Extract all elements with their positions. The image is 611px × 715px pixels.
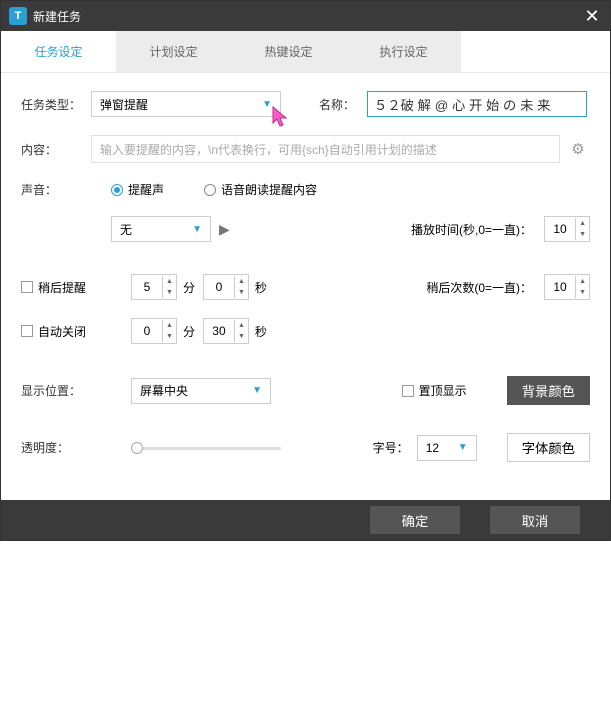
spin-down-icon[interactable]: ▼ (163, 331, 176, 342)
autoclose-sec-value: 30 (204, 324, 234, 338)
autoclose-sec-spin[interactable]: 30 ▲▼ (203, 318, 249, 344)
min-unit: 分 (183, 279, 195, 296)
opacity-label: 透明度： (21, 439, 91, 456)
font-size-label: 字号： (373, 439, 409, 456)
font-size-select[interactable]: 12 ▼ (417, 435, 477, 461)
window-title: 新建任务 (33, 8, 582, 25)
autoclose-min-spin[interactable]: 0 ▲▼ (131, 318, 177, 344)
spin-down-icon[interactable]: ▼ (576, 229, 589, 240)
play-time-value: 10 (545, 222, 575, 236)
topmost-checkbox[interactable]: 置顶显示 (402, 382, 467, 399)
spin-down-icon[interactable]: ▼ (163, 287, 176, 298)
min-unit2: 分 (183, 323, 195, 340)
slider-thumb-icon[interactable] (131, 442, 143, 454)
content-label: 内容： (21, 141, 91, 158)
later-count-label: 稍后次数(0=一直)： (426, 279, 532, 296)
spin-down-icon[interactable]: ▼ (235, 287, 248, 298)
sound-radio-tts[interactable]: 语音朗读提醒内容 (204, 181, 317, 198)
sound-radio-tts-label: 语音朗读提醒内容 (221, 181, 317, 198)
gear-icon[interactable]: ⚙ (566, 140, 590, 158)
auto-close-checkbox[interactable]: 自动关闭 (21, 323, 111, 340)
autoclose-min-value: 0 (132, 324, 162, 338)
spin-up-icon[interactable]: ▲ (576, 218, 589, 229)
spin-up-icon[interactable]: ▲ (163, 320, 176, 331)
task-type-select[interactable]: 弹窗提醒 ▼ (91, 91, 281, 117)
caret-down-icon: ▼ (184, 224, 210, 235)
later-count-spin[interactable]: 10 ▲▼ (544, 274, 590, 300)
spin-down-icon[interactable]: ▼ (235, 331, 248, 342)
later-sec-spin[interactable]: 0 ▲▼ (203, 274, 249, 300)
task-type-label: 任务类型： (21, 96, 91, 113)
name-label: 名称： (319, 96, 367, 113)
sound-radio-beep[interactable]: 提醒声 (111, 181, 164, 198)
later-min-value: 5 (132, 280, 162, 294)
close-icon[interactable]: ✕ (582, 6, 602, 27)
bg-color-button[interactable]: 背景颜色 (507, 376, 590, 405)
tab-schedule-settings[interactable]: 计划设定 (116, 31, 231, 72)
position-select[interactable]: 屏幕中央 ▼ (131, 378, 271, 404)
caret-down-icon: ▼ (450, 442, 476, 453)
sound-radio-beep-label: 提醒声 (128, 181, 164, 198)
later-count-value: 10 (545, 280, 575, 294)
sound-select-value: 无 (112, 221, 184, 238)
content-placeholder: 输入要提醒的内容，\n代表换行，可用{sch}自动引用计划的描述 (100, 141, 437, 158)
checkbox-box-icon (402, 385, 414, 397)
play-icon[interactable]: ▶ (219, 221, 230, 238)
tab-execute-settings[interactable]: 执行设定 (346, 31, 461, 72)
radio-dot-icon (111, 184, 123, 196)
position-value: 屏幕中央 (132, 382, 244, 399)
auto-close-label: 自动关闭 (38, 323, 86, 340)
sec-unit: 秒 (255, 279, 267, 296)
sec-unit2: 秒 (255, 323, 267, 340)
topmost-label: 置顶显示 (419, 382, 467, 399)
tab-task-settings[interactable]: 任务设定 (1, 31, 116, 72)
caret-down-icon: ▼ (254, 99, 280, 110)
opacity-slider[interactable] (131, 441, 281, 455)
checkbox-box-icon (21, 325, 33, 337)
titlebar: T 新建任务 ✕ (1, 1, 610, 31)
spin-down-icon[interactable]: ▼ (576, 287, 589, 298)
later-remind-checkbox[interactable]: 稍后提醒 (21, 279, 111, 296)
position-label: 显示位置： (21, 382, 91, 399)
later-sec-value: 0 (204, 280, 234, 294)
footer: 确定 取消 (1, 500, 610, 540)
radio-dot-icon (204, 184, 216, 196)
task-type-value: 弹窗提醒 (92, 96, 254, 113)
checkbox-box-icon (21, 281, 33, 293)
sound-label: 声音： (21, 181, 91, 198)
app-logo-icon: T (9, 7, 27, 25)
later-min-spin[interactable]: 5 ▲▼ (131, 274, 177, 300)
tabbar: 任务设定 计划设定 热键设定 执行设定 (1, 31, 610, 73)
spin-up-icon[interactable]: ▲ (163, 276, 176, 287)
tab-hotkey-settings[interactable]: 热键设定 (231, 31, 346, 72)
sound-select[interactable]: 无 ▼ (111, 216, 211, 242)
content-input[interactable]: 输入要提醒的内容，\n代表换行，可用{sch}自动引用计划的描述 (91, 135, 560, 163)
play-time-label: 播放时间(秒,0=一直)： (411, 221, 532, 238)
ok-button[interactable]: 确定 (370, 506, 460, 534)
name-input[interactable] (367, 91, 587, 117)
spin-up-icon[interactable]: ▲ (235, 320, 248, 331)
spin-up-icon[interactable]: ▲ (576, 276, 589, 287)
spin-up-icon[interactable]: ▲ (235, 276, 248, 287)
slider-track (131, 447, 281, 450)
font-color-button[interactable]: 字体颜色 (507, 433, 590, 462)
cancel-button[interactable]: 取消 (490, 506, 580, 534)
font-size-value: 12 (418, 441, 450, 455)
later-remind-label: 稍后提醒 (38, 279, 86, 296)
play-time-spin[interactable]: 10 ▲▼ (544, 216, 590, 242)
caret-down-icon: ▼ (244, 385, 270, 396)
